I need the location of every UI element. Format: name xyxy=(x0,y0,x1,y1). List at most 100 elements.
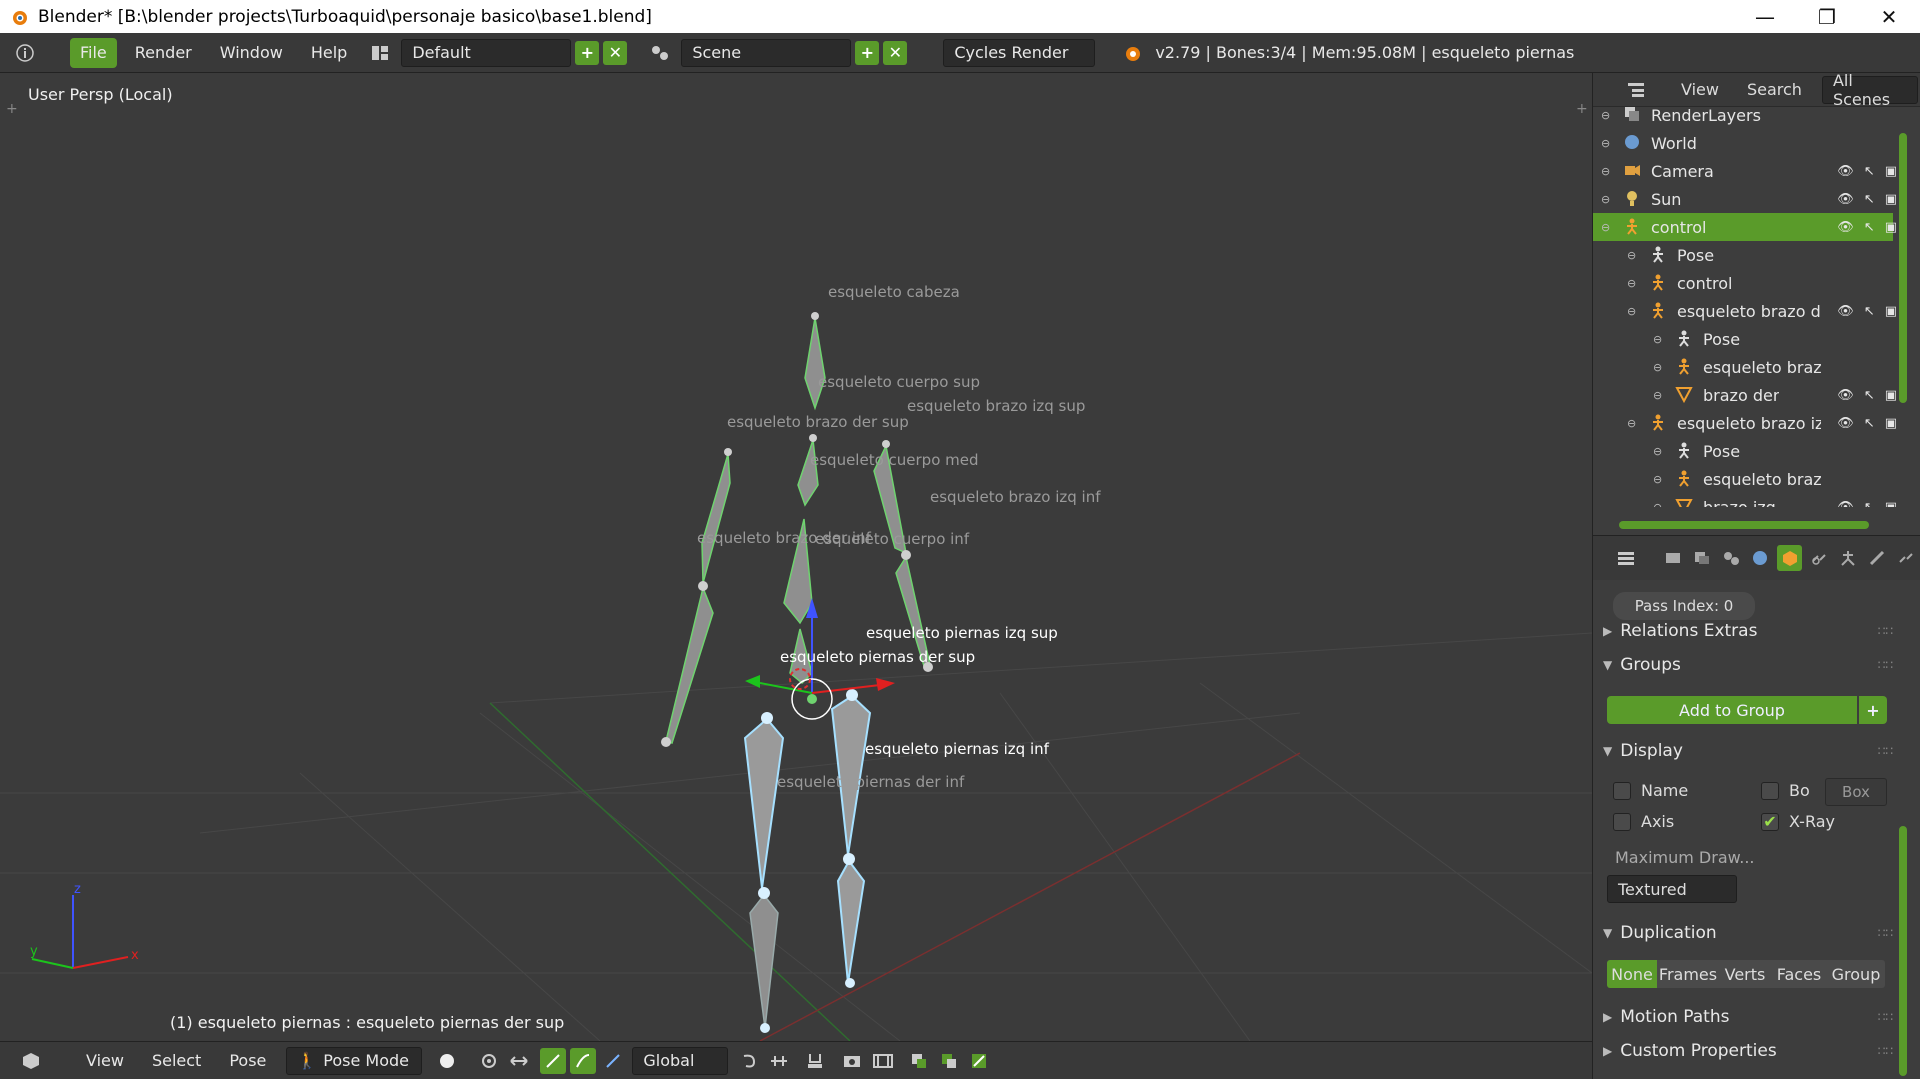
constraints-tab-icon[interactable] xyxy=(1806,545,1831,571)
outliner-row[interactable]: ⊖ control xyxy=(1593,269,1893,297)
bounds-checkbox[interactable] xyxy=(1761,781,1779,800)
eye-icon[interactable]: 👁 xyxy=(1837,500,1854,508)
drag-handle-icon[interactable]: ∷∷ xyxy=(1878,926,1893,940)
remove-layout-button[interactable]: ✕ xyxy=(603,40,628,65)
outliner-scrollbar[interactable] xyxy=(1899,133,1907,403)
outliner-row[interactable]: ⊖ control 👁 ↖ ▣ xyxy=(1593,213,1897,241)
panel-duplication[interactable]: ▼ Duplication ∷∷ xyxy=(1603,918,1893,948)
add-group-plus-button[interactable]: + xyxy=(1859,696,1887,724)
outliner-row[interactable]: ⊖ brazo der 👁 ↖ ▣ xyxy=(1593,381,1897,409)
panel-custom-properties[interactable]: ▶ Custom Properties ∷∷ xyxy=(1603,1036,1893,1066)
expand-toggle-icon[interactable]: ⊖ xyxy=(1653,361,1662,374)
translate-manipulator-icon[interactable] xyxy=(540,1047,567,1074)
outliner-row[interactable]: ⊖ Sun 👁 ↖ ▣ xyxy=(1593,185,1897,213)
outliner-row[interactable]: ⊖ Pose xyxy=(1593,437,1893,465)
expand-toggle-icon[interactable]: ⊖ xyxy=(1601,193,1610,206)
outliner-display-mode-dropdown[interactable]: All Scenes xyxy=(1821,71,1918,109)
panel-groups[interactable]: ▼ Groups ∷∷ xyxy=(1603,650,1893,680)
outliner-row[interactable]: ⊖ Camera 👁 ↖ ▣ xyxy=(1593,157,1897,185)
axis-checkbox[interactable] xyxy=(1613,812,1631,831)
copy-pose-icon[interactable] xyxy=(906,1048,932,1074)
xray-checkbox-row[interactable]: ✔ X-Ray xyxy=(1761,812,1835,831)
select-cursor-icon[interactable]: ↖ xyxy=(1864,220,1875,235)
drag-handle-icon[interactable]: ∷∷ xyxy=(1878,744,1893,758)
drag-handle-icon[interactable]: ∷∷ xyxy=(1878,1010,1893,1024)
menu-file[interactable]: File xyxy=(70,37,117,68)
dup-group-button[interactable]: Group xyxy=(1827,960,1885,988)
3d-viewport[interactable]: z x y + + User Persp (Local) esqueleto c… xyxy=(0,73,1592,1041)
expand-toggle-icon[interactable]: ⊖ xyxy=(1653,445,1662,458)
select-cursor-icon[interactable]: ↖ xyxy=(1864,192,1875,207)
properties-toggle-icon[interactable]: + xyxy=(1576,101,1588,117)
outliner-row[interactable]: ⊖ brazo izq 👁 ↖ ▣ xyxy=(1593,493,1897,508)
rotate-manipulator-icon[interactable] xyxy=(570,1047,597,1074)
bone-cabeza[interactable] xyxy=(804,317,826,411)
menu-window[interactable]: Window xyxy=(206,38,297,68)
expand-toggle-icon[interactable]: ⊖ xyxy=(1601,109,1610,122)
select-cursor-icon[interactable]: ↖ xyxy=(1864,500,1875,508)
data-tab-icon[interactable] xyxy=(1835,545,1860,571)
add-scene-button[interactable]: + xyxy=(855,40,880,65)
opengl-animation-icon[interactable] xyxy=(870,1048,896,1074)
close-button[interactable]: ✕ xyxy=(1858,0,1920,33)
outliner-row[interactable]: ⊖ esqueleto brazi xyxy=(1593,465,1893,493)
screen-layout-field[interactable]: Default xyxy=(401,38,572,67)
viewport-shading-icon[interactable] xyxy=(434,1048,460,1074)
render-camera-icon[interactable]: ▣ xyxy=(1885,220,1897,235)
expand-toggle-icon[interactable]: ⊖ xyxy=(1627,417,1636,430)
viewport-canvas[interactable]: z x y + + xyxy=(0,73,1592,1041)
outliner-row[interactable]: ⊖ Pose xyxy=(1593,241,1893,269)
axis-checkbox-row[interactable]: Axis xyxy=(1613,812,1674,831)
drag-handle-icon[interactable]: ∷∷ xyxy=(1878,658,1893,672)
select-cursor-icon[interactable]: ↖ xyxy=(1864,416,1875,431)
bounds-type-dropdown[interactable]: Box xyxy=(1825,778,1887,806)
dup-verts-button[interactable]: Verts xyxy=(1719,960,1771,988)
outliner-row[interactable]: ⊖ World xyxy=(1593,129,1893,157)
add-to-group-button[interactable]: Add to Group xyxy=(1607,696,1857,724)
name-checkbox[interactable] xyxy=(1613,781,1631,800)
pivot-point-icon[interactable] xyxy=(476,1048,502,1074)
eye-icon[interactable]: 👁 xyxy=(1837,304,1854,319)
dup-none-button[interactable]: None xyxy=(1607,960,1657,988)
interaction-mode-dropdown[interactable]: 🚶 Pose Mode xyxy=(286,1046,423,1075)
render-tab-icon[interactable] xyxy=(1660,545,1685,571)
opengl-render-icon[interactable] xyxy=(840,1048,866,1074)
menu-select[interactable]: Select xyxy=(138,1051,215,1070)
manipulator-toggle-icon[interactable] xyxy=(506,1048,532,1074)
minimize-button[interactable]: — xyxy=(1734,0,1796,33)
snap-icon[interactable] xyxy=(802,1048,828,1074)
panel-display[interactable]: ▼ Display ∷∷ xyxy=(1603,736,1893,766)
outliner-row[interactable]: ⊖ esqueleto brazi xyxy=(1593,353,1893,381)
menu-view[interactable]: View xyxy=(72,1051,138,1070)
render-camera-icon[interactable]: ▣ xyxy=(1885,388,1897,403)
menu-help[interactable]: Help xyxy=(297,38,361,68)
select-cursor-icon[interactable]: ↖ xyxy=(1864,164,1875,179)
expand-toggle-icon[interactable]: ⊖ xyxy=(1653,501,1662,508)
drag-handle-icon[interactable]: ∷∷ xyxy=(1878,624,1893,638)
expand-toggle-icon[interactable]: ⊖ xyxy=(1627,305,1636,318)
outliner-editor-icon[interactable] xyxy=(1623,77,1649,103)
remove-scene-button[interactable]: ✕ xyxy=(883,40,908,65)
maximum-draw-type-dropdown[interactable]: Textured xyxy=(1607,875,1737,903)
bone-piernas-der-inf[interactable] xyxy=(749,893,779,1029)
expand-toggle-icon[interactable]: ⊖ xyxy=(1601,137,1610,150)
screen-layout-icon[interactable] xyxy=(367,40,393,66)
select-cursor-icon[interactable]: ↖ xyxy=(1864,388,1875,403)
scene-icon[interactable] xyxy=(647,40,673,66)
world-tab-icon[interactable] xyxy=(1748,545,1773,571)
render-camera-icon[interactable]: ▣ xyxy=(1885,304,1897,319)
menu-render[interactable]: Render xyxy=(121,38,206,68)
menu-pose[interactable]: Pose xyxy=(215,1051,280,1070)
render-camera-icon[interactable]: ▣ xyxy=(1885,192,1897,207)
bone-tab-icon[interactable] xyxy=(1865,545,1890,571)
name-checkbox-row[interactable]: Name xyxy=(1613,781,1688,800)
properties-editor-icon[interactable] xyxy=(1613,545,1638,571)
render-camera-icon[interactable]: ▣ xyxy=(1885,416,1897,431)
expand-toggle-icon[interactable]: ⊖ xyxy=(1653,473,1662,486)
outliner-row[interactable]: ⊖ esqueleto brazo izc 👁 ↖ ▣ xyxy=(1593,409,1897,437)
bone-piernas-der-sup[interactable] xyxy=(743,717,785,889)
outliner-row[interactable]: ⊖ RenderLayers xyxy=(1593,107,1893,129)
expand-toggle-icon[interactable]: ⊖ xyxy=(1601,165,1610,178)
expand-toggle-icon[interactable]: ⊖ xyxy=(1653,389,1662,402)
add-layout-button[interactable]: + xyxy=(575,40,600,65)
